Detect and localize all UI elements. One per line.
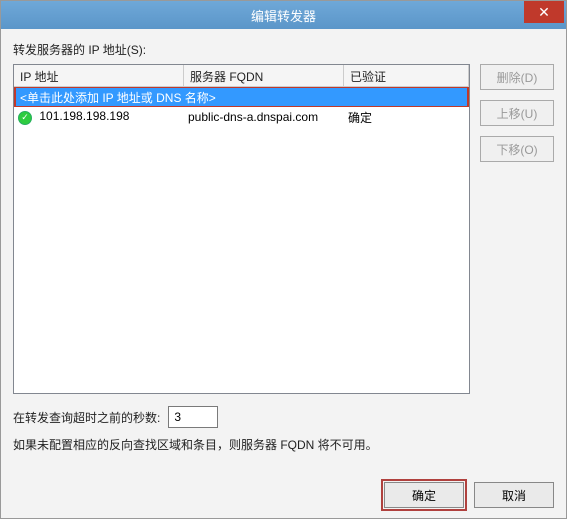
ok-button[interactable]: 确定 <box>384 482 464 508</box>
cell-fqdn: public-dns-a.dnspai.com <box>184 108 344 126</box>
add-entry-row[interactable]: <单击此处添加 IP 地址或 DNS 名称> <box>14 87 469 107</box>
close-icon: ✕ <box>538 4 550 21</box>
timeout-row: 在转发查询超时之前的秒数: <box>13 406 554 428</box>
close-button[interactable]: ✕ <box>524 1 564 23</box>
side-buttons: 删除(D) 上移(U) 下移(O) <box>480 64 554 394</box>
window-title: 编辑转发器 <box>251 6 316 25</box>
col-ip-header[interactable]: IP 地址 <box>14 65 184 87</box>
dialog-window: 编辑转发器 ✕ 转发服务器的 IP 地址(S): IP 地址 服务器 FQDN … <box>0 0 567 519</box>
table-row[interactable]: ✓ 101.198.198.198 public-dns-a.dnspai.co… <box>14 107 469 127</box>
cell-validated: 确定 <box>344 107 469 128</box>
move-up-button[interactable]: 上移(U) <box>480 100 554 126</box>
timeout-input[interactable] <box>168 406 218 428</box>
cell-ip: ✓ 101.198.198.198 <box>14 107 184 127</box>
col-fqdn-header[interactable]: 服务器 FQDN <box>184 65 344 87</box>
title-bar: 编辑转发器 ✕ <box>1 1 566 29</box>
forwarders-label: 转发服务器的 IP 地址(S): <box>13 41 554 58</box>
hint-text: 如果未配置相应的反向查找区域和条目，则服务器 FQDN 将不可用。 <box>13 436 554 453</box>
delete-button[interactable]: 删除(D) <box>480 64 554 90</box>
list-area: IP 地址 服务器 FQDN 已验证 <单击此处添加 IP 地址或 DNS 名称… <box>13 64 470 394</box>
content-row: IP 地址 服务器 FQDN 已验证 <单击此处添加 IP 地址或 DNS 名称… <box>13 64 554 394</box>
cancel-button[interactable]: 取消 <box>474 482 554 508</box>
move-down-button[interactable]: 下移(O) <box>480 136 554 162</box>
add-entry-input[interactable]: <单击此处添加 IP 地址或 DNS 名称> <box>16 88 467 106</box>
table-header: IP 地址 服务器 FQDN 已验证 <box>14 65 469 87</box>
col-validated-header[interactable]: 已验证 <box>344 65 469 87</box>
dialog-body: 转发服务器的 IP 地址(S): IP 地址 服务器 FQDN 已验证 <单击此… <box>1 29 566 461</box>
check-icon: ✓ <box>18 111 32 125</box>
forwarders-table[interactable]: IP 地址 服务器 FQDN 已验证 <单击此处添加 IP 地址或 DNS 名称… <box>13 64 470 394</box>
timeout-label: 在转发查询超时之前的秒数: <box>13 409 160 426</box>
ip-text: 101.198.198.198 <box>39 109 129 123</box>
footer-buttons: 确定 取消 <box>384 482 554 508</box>
